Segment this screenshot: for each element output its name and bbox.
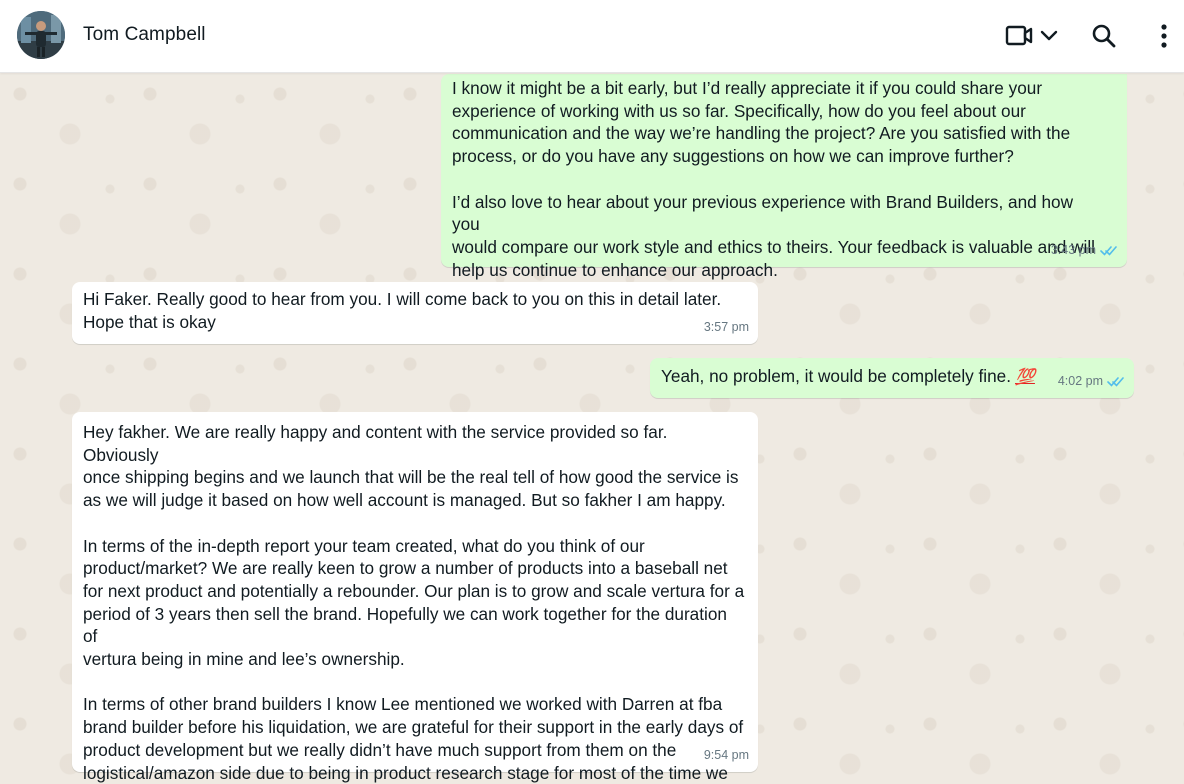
message-text: Hey fakher. We are really happy and cont… <box>83 422 745 783</box>
message-time: 3:57 pm <box>703 320 749 335</box>
message-time: 4:02 pm <box>1057 374 1103 389</box>
video-call-icon <box>1005 25 1033 46</box>
incoming-message[interactable]: Hey fakher. We are really happy and cont… <box>72 412 758 783</box>
message-text: I know it might be a bit early, but I’d … <box>452 78 1095 280</box>
avatar-photo <box>17 11 65 59</box>
outgoing-message[interactable]: Yeah, no problem, it would be completely… <box>650 358 1134 398</box>
message-text-row: Yeah, no problem, it would be completely… <box>661 365 1122 390</box>
chevron-down-icon <box>1040 30 1058 41</box>
incoming-message[interactable]: Hi Faker. Really good to hear from you. … <box>72 282 758 344</box>
message-time: 3:43 pm <box>1050 243 1096 258</box>
avatar[interactable] <box>17 11 65 59</box>
message-meta: 4:02 pm <box>1058 370 1125 393</box>
more-options-button[interactable] <box>1150 20 1178 52</box>
message-time: 9:54 pm <box>703 748 749 763</box>
message-meta: 3:43 pm <box>1051 239 1118 262</box>
message-text: Hi Faker. Really good to hear from you. … <box>83 289 722 332</box>
more-vertical-icon <box>1161 24 1167 48</box>
chat-header: Tom Campbell <box>0 0 1184 73</box>
message-meta: 3:57 pm <box>704 316 749 339</box>
video-call-button[interactable] <box>1000 20 1062 52</box>
message-meta: 9:54 pm <box>704 744 749 767</box>
outgoing-message[interactable]: I know it might be a bit early, but I’d … <box>441 74 1127 280</box>
search-icon <box>1092 24 1116 48</box>
message-text: Yeah, no problem, it would be completely… <box>661 366 1012 386</box>
double-check-read-icon <box>1100 246 1117 256</box>
hundred-points-emoji: 💯 <box>1015 369 1035 386</box>
contact-name[interactable]: Tom Campbell <box>83 24 206 46</box>
search-button[interactable] <box>1088 20 1120 52</box>
double-check-read-icon <box>1107 377 1124 387</box>
